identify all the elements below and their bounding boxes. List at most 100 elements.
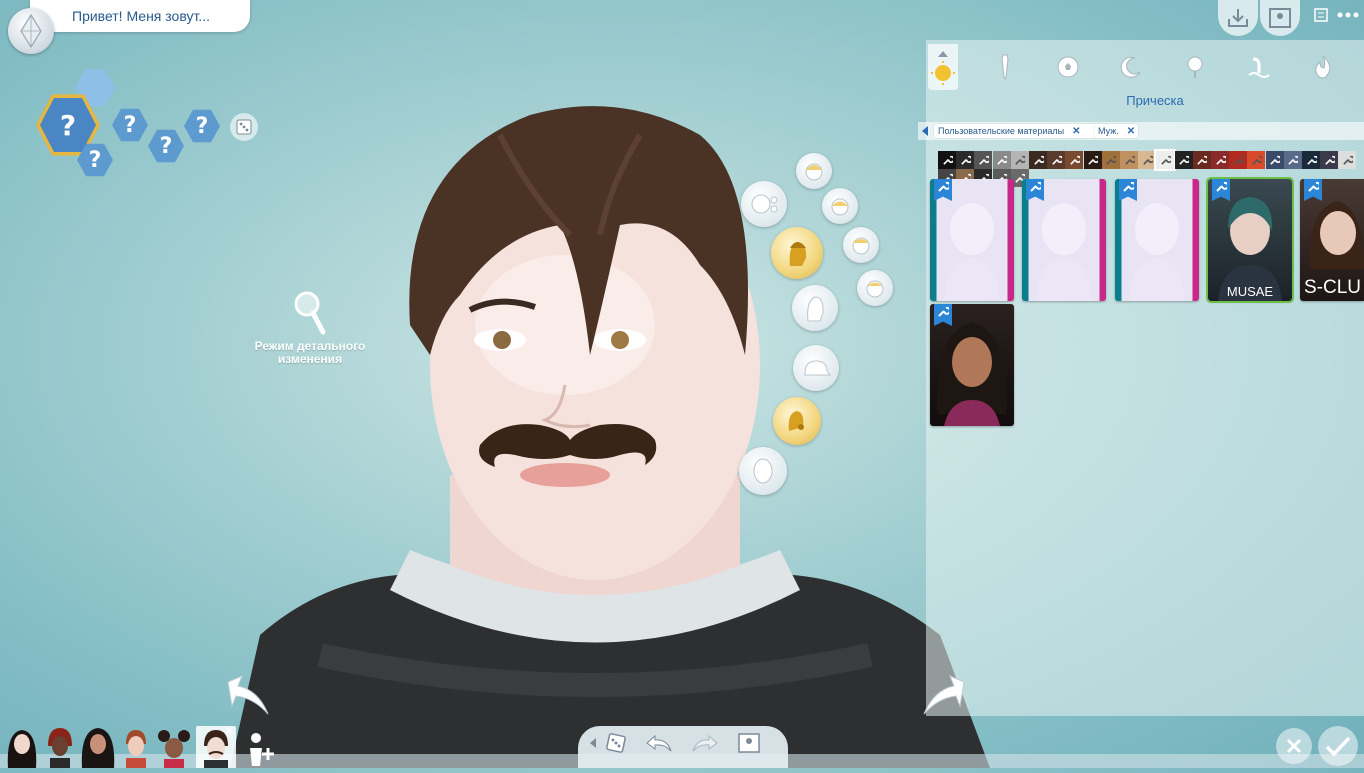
household-sim[interactable] xyxy=(42,726,78,768)
plumbob-menu-button[interactable] xyxy=(8,8,54,54)
color-swatch[interactable] xyxy=(1029,151,1047,169)
head-accessory-button[interactable] xyxy=(857,270,893,306)
sim-name-placeholder: Привет! Меня зовут... xyxy=(72,8,210,24)
color-swatch[interactable] xyxy=(1101,151,1120,169)
color-swatch[interactable] xyxy=(1120,151,1138,169)
wrench-icon xyxy=(942,155,953,165)
bust-icon xyxy=(807,296,824,322)
color-swatch[interactable] xyxy=(1192,151,1211,169)
undo-button[interactable] xyxy=(644,729,674,757)
tab-athletic[interactable] xyxy=(1053,44,1083,90)
confirm-button[interactable] xyxy=(1318,726,1358,766)
color-swatch[interactable] xyxy=(1010,151,1029,169)
accessory-category-button[interactable] xyxy=(773,397,821,445)
wrench-icon xyxy=(1179,155,1190,165)
tab-formal[interactable] xyxy=(990,44,1020,90)
hair-item[interactable] xyxy=(1115,179,1199,301)
gallery-button[interactable] xyxy=(1260,0,1300,36)
filter-chip-custom-content[interactable]: Пользовательские материалы ✕ xyxy=(934,124,1096,138)
gallery-icon xyxy=(1269,8,1291,28)
more-options-button[interactable] xyxy=(1336,6,1360,24)
hat-head-button[interactable] xyxy=(822,188,858,224)
tab-everyday[interactable] xyxy=(928,44,958,90)
redo-button[interactable] xyxy=(690,729,720,757)
gallery-icon xyxy=(738,733,760,753)
hairstyle-category-button[interactable] xyxy=(771,227,823,279)
trait-hex-2[interactable]: ? xyxy=(148,129,184,163)
head-hair-icon xyxy=(852,237,870,255)
sim-preview[interactable] xyxy=(200,95,990,768)
tab-hot-weather[interactable] xyxy=(1308,44,1338,90)
wrench-icon xyxy=(960,155,971,165)
household-sim-active[interactable]: ✕ xyxy=(196,724,236,768)
cap-category-button[interactable] xyxy=(793,345,839,391)
color-swatch[interactable] xyxy=(938,151,956,169)
color-swatch[interactable] xyxy=(974,151,993,169)
color-swatch[interactable] xyxy=(1283,151,1302,169)
gallery-snapshot-button[interactable] xyxy=(734,729,764,757)
household-sim[interactable] xyxy=(156,726,192,768)
color-swatch[interactable] xyxy=(1138,151,1157,169)
list-button[interactable] xyxy=(1312,6,1330,24)
hat-category-button[interactable] xyxy=(792,285,838,331)
color-swatch[interactable] xyxy=(1065,151,1084,169)
wrench-icon xyxy=(979,155,989,165)
randomize-button[interactable] xyxy=(602,729,630,757)
color-swatch[interactable] xyxy=(956,151,975,169)
hair-item[interactable]: S-CLU xyxy=(1300,179,1364,301)
save-button[interactable] xyxy=(1218,0,1258,36)
wrench-icon xyxy=(938,306,949,317)
chevron-left-icon[interactable] xyxy=(588,736,598,750)
hair-head-button[interactable] xyxy=(796,153,832,189)
hair-item[interactable] xyxy=(1022,179,1106,301)
hair-item[interactable] xyxy=(930,179,1014,301)
color-swatch[interactable] xyxy=(1229,151,1248,169)
wrench-icon xyxy=(1343,155,1353,165)
color-swatch[interactable] xyxy=(1211,151,1229,169)
cancel-button[interactable] xyxy=(1276,728,1312,764)
household-sim[interactable] xyxy=(118,726,154,768)
color-swatch[interactable] xyxy=(1338,151,1357,169)
close-icon[interactable]: ✕ xyxy=(1127,126,1135,137)
tab-sleep[interactable] xyxy=(1116,44,1146,90)
close-icon[interactable]: ✕ xyxy=(224,724,234,738)
pool-icon xyxy=(1248,57,1270,78)
color-swatch[interactable] xyxy=(1247,151,1266,169)
face-icon xyxy=(753,458,773,484)
color-swatch[interactable] xyxy=(1154,149,1177,171)
cap-icon xyxy=(804,360,831,376)
wrench-icon xyxy=(1197,155,1208,165)
earring-icon xyxy=(788,411,804,431)
close-icon[interactable]: ✕ xyxy=(1072,126,1080,137)
color-swatch[interactable] xyxy=(1174,151,1193,169)
color-swatch[interactable] xyxy=(1083,151,1102,169)
chevron-left-icon[interactable] xyxy=(920,122,930,140)
face-category-button[interactable] xyxy=(739,447,787,495)
tab-party[interactable] xyxy=(1180,44,1210,90)
color-swatch[interactable] xyxy=(1265,151,1284,169)
hair-item-selected[interactable]: MUSAE xyxy=(1206,177,1294,303)
filter-chip-male[interactable]: Муж. ✕ xyxy=(1094,124,1138,138)
add-sim-button[interactable] xyxy=(244,726,280,768)
household-sim[interactable] xyxy=(4,726,40,768)
color-swatch[interactable] xyxy=(1320,151,1339,169)
facial-hair-button[interactable] xyxy=(843,227,879,263)
trait-hex-1[interactable]: ? xyxy=(112,108,148,142)
tab-swimwear[interactable] xyxy=(1244,44,1274,90)
color-swatch[interactable] xyxy=(992,151,1011,169)
list-icon xyxy=(1314,8,1328,22)
rotate-left-button[interactable] xyxy=(218,672,272,720)
wrench-icon xyxy=(1106,155,1117,165)
color-swatch[interactable] xyxy=(1047,151,1066,169)
bust-thumbnail xyxy=(1036,203,1092,301)
fire-icon xyxy=(1315,55,1331,79)
sim-portrait xyxy=(81,728,115,768)
checkmark-icon xyxy=(1325,736,1351,757)
face-parts-button[interactable] xyxy=(741,181,787,227)
hair-item[interactable] xyxy=(930,304,1014,426)
sim-name-field[interactable]: Привет! Меня зовут... xyxy=(30,0,250,32)
rotate-right-button[interactable] xyxy=(920,672,974,720)
filter-bar: Пользовательские материалы ✕ Муж. ✕ xyxy=(918,122,1364,140)
household-sim[interactable] xyxy=(80,726,116,768)
color-swatch[interactable] xyxy=(1302,151,1320,169)
